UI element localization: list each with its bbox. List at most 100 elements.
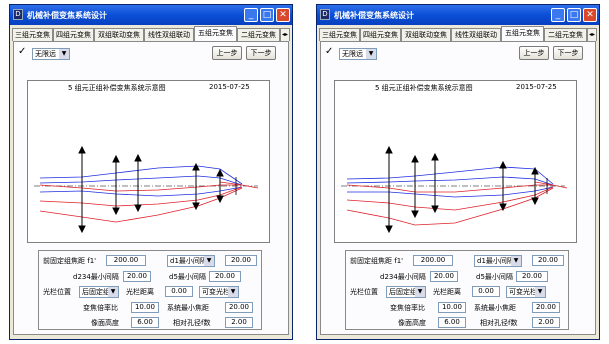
lens-layout-drawing	[34, 145, 259, 234]
ray-red-upper	[346, 186, 554, 211]
d234-label: d234最小间隔	[73, 273, 119, 281]
min-gap-select[interactable]: d1最小间隔 ▼	[167, 255, 215, 267]
tab-strip: 三组元变焦 四组元变焦 双组联动变焦 线性双组联动 五组元变焦 二组元变焦 ◂▸	[12, 26, 290, 41]
tab-dual-linked-zoom[interactable]: 双组联动变焦	[94, 28, 144, 41]
tab-scroll-arrows[interactable]: ◂▸	[280, 28, 290, 41]
optical-schematic: 5 组元正组补偿变焦系统示意图 2015-07-25	[27, 80, 270, 243]
tab-panel: ✓ 无限远 ▼ 上一步 下一步 5 组元正组补偿变焦系统示意图 2015-07-…	[320, 41, 596, 335]
stop-position-value: 后固定组	[389, 288, 417, 296]
min-focal-label: 系统最小焦距	[167, 304, 209, 312]
tab-panel: ✓ 无限远 ▼ 上一步 下一步 5 组元正组补偿变焦系统示意图 2015-07-…	[13, 41, 289, 335]
d5-input[interactable]: 20.00	[516, 271, 548, 282]
d5-label: d5最小间隔	[169, 273, 206, 281]
minimize-button[interactable]: _	[244, 8, 258, 22]
prev-step-button[interactable]: 上一步	[212, 46, 242, 60]
stop-type-select[interactable]: 可变光栏 ▼	[506, 286, 546, 298]
tab-five-group-zoom[interactable]: 五组元变焦	[194, 26, 237, 41]
image-height-label: 像面高度	[91, 319, 119, 327]
min-gap-select-value: d1最小间隔	[477, 257, 514, 265]
close-icon: ✕	[586, 10, 594, 20]
checkmark-icon: ✓	[18, 46, 27, 57]
dropdown-arrow-icon: ▼	[415, 287, 425, 297]
f-number-label: 相对孔径f数	[480, 319, 518, 327]
image-height-label: 像面高度	[398, 319, 426, 327]
zoom-ratio-label: 变焦倍率比	[83, 304, 118, 312]
title-bar[interactable]: D 机械补偿变焦系统设计 _ □ ✕	[317, 5, 599, 25]
tab-five-group-zoom[interactable]: 五组元变焦	[501, 26, 544, 41]
close-button[interactable]: ✕	[583, 8, 597, 22]
close-button[interactable]: ✕	[276, 8, 290, 22]
ray-blue-lower	[39, 186, 243, 197]
min-focal-input[interactable]: 20.00	[225, 302, 253, 313]
dropdown-arrow-icon: ▼	[511, 256, 521, 266]
tab-three-group-zoom[interactable]: 三组元变焦	[319, 28, 360, 41]
object-distance-select[interactable]: 无限远 ▼	[32, 48, 70, 60]
d234-input[interactable]: 20.00	[123, 271, 151, 282]
stop-distance-label: 光栏距离	[433, 288, 461, 296]
f-number-input[interactable]: 2.00	[225, 317, 253, 328]
min-gap-select-value: d1最小间隔	[170, 257, 207, 265]
zoom-ratio-input[interactable]: 10.00	[438, 302, 466, 313]
stop-distance-label: 光栏距离	[126, 288, 154, 296]
front-focal-label: 前固定组焦距 f1'	[43, 257, 97, 265]
tab-dual-linked-zoom[interactable]: 双组联动变焦	[401, 28, 451, 41]
stop-distance-input[interactable]: 0.00	[472, 286, 500, 297]
d5-input[interactable]: 20.00	[209, 271, 241, 282]
tab-two-group-zoom[interactable]: 二组元变焦	[237, 28, 280, 41]
window-title: 机械补偿变焦系统设计	[27, 11, 107, 20]
stop-position-select[interactable]: 后固定组 ▼	[386, 286, 426, 298]
app-icon: D	[13, 9, 23, 20]
maximize-button[interactable]: □	[260, 8, 274, 22]
tab-four-group-zoom[interactable]: 四组元变焦	[360, 28, 401, 41]
next-step-button[interactable]: 下一步	[246, 46, 276, 60]
stop-position-select[interactable]: 后固定组 ▼	[79, 286, 119, 298]
dropdown-arrow-icon: ▼	[366, 49, 376, 59]
tab-three-group-zoom[interactable]: 三组元变焦	[12, 28, 53, 41]
app-window: D 机械补偿变焦系统设计 _ □ ✕ 三组元变焦 四组元变焦 双组联动变焦 线性…	[9, 4, 293, 340]
app-icon: D	[320, 9, 330, 20]
checkmark-icon: ✓	[325, 46, 334, 57]
dropdown-arrow-icon: ▼	[228, 287, 238, 297]
stop-distance-input[interactable]: 0.00	[165, 286, 193, 297]
object-distance-select[interactable]: 无限远 ▼	[339, 48, 377, 60]
f-number-label: 相对孔径f数	[173, 319, 211, 327]
window-title: 机械补偿变焦系统设计	[334, 11, 414, 20]
min-gap-input[interactable]: 20.00	[532, 255, 564, 266]
front-focal-input[interactable]: 200.00	[106, 255, 146, 266]
object-distance-value: 无限远	[35, 50, 56, 58]
maximize-button[interactable]: □	[567, 8, 581, 22]
maximize-icon: □	[569, 10, 579, 20]
f-number-input[interactable]: 2.00	[532, 317, 560, 328]
ray-blue-upper	[39, 165, 243, 185]
tab-linear-dual-linked[interactable]: 线性双组联动	[144, 28, 194, 41]
ray-red-upper	[39, 186, 243, 207]
dropdown-arrow-icon: ▼	[204, 256, 214, 266]
stop-type-value: 可变光栏	[509, 288, 537, 296]
dropdown-arrow-icon: ▼	[59, 49, 69, 59]
ray-red-lower	[346, 187, 554, 226]
optical-schematic: 5 组元正组补偿变焦系统示意图 2015-07-25	[334, 80, 577, 243]
tab-linear-dual-linked[interactable]: 线性双组联动	[451, 28, 501, 41]
tab-two-group-zoom[interactable]: 二组元变焦	[544, 28, 587, 41]
front-focal-input[interactable]: 200.00	[413, 255, 453, 266]
image-height-input[interactable]: 6.00	[131, 317, 159, 328]
min-gap-input[interactable]: 20.00	[225, 255, 257, 266]
min-gap-select[interactable]: d1最小间隔 ▼	[474, 255, 522, 267]
d234-label: d234最小间隔	[380, 273, 426, 281]
stop-type-value: 可变光栏	[202, 288, 230, 296]
tab-scroll-arrows[interactable]: ◂▸	[587, 28, 597, 41]
next-step-button[interactable]: 下一步	[553, 46, 583, 60]
ray-blue-upper	[346, 166, 554, 185]
d234-input[interactable]: 20.00	[430, 271, 458, 282]
tab-four-group-zoom[interactable]: 四组元变焦	[53, 28, 94, 41]
zoom-ratio-input[interactable]: 10.00	[131, 302, 159, 313]
prev-step-button[interactable]: 上一步	[519, 46, 549, 60]
minimize-button[interactable]: _	[551, 8, 565, 22]
min-focal-input[interactable]: 20.00	[532, 302, 560, 313]
stop-type-select[interactable]: 可变光栏 ▼	[199, 286, 239, 298]
stop-position-label: 光栏位置	[350, 288, 378, 296]
minimize-icon: _	[248, 10, 254, 20]
maximize-icon: □	[262, 10, 272, 20]
title-bar[interactable]: D 机械补偿变焦系统设计 _ □ ✕	[10, 5, 292, 25]
image-height-input[interactable]: 6.00	[438, 317, 466, 328]
